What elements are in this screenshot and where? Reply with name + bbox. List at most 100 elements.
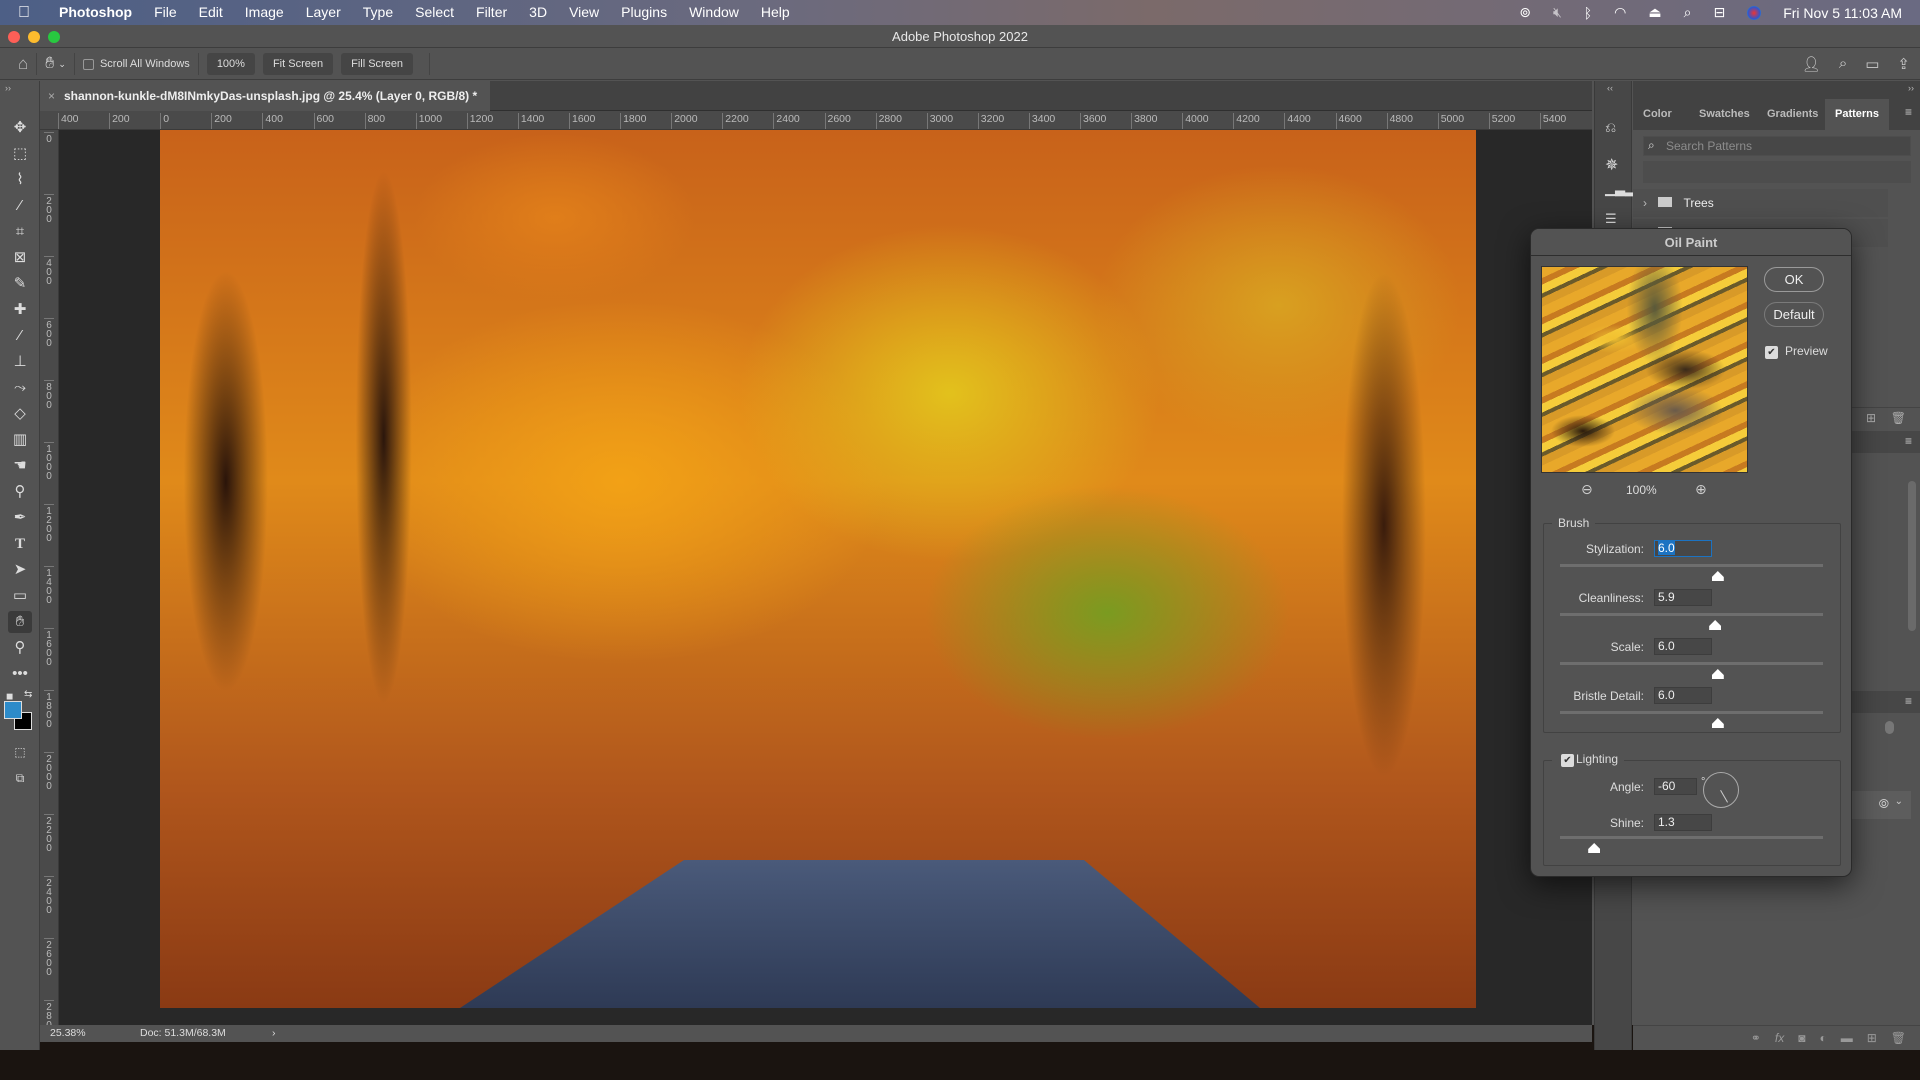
siri-icon[interactable] <box>1747 5 1762 20</box>
menu-plugins[interactable]: Plugins <box>610 0 678 25</box>
menu-layer[interactable]: Layer <box>295 0 352 25</box>
type-tool-icon[interactable]: T <box>8 533 32 555</box>
zoom-in-icon[interactable]: ⊕ <box>1695 481 1707 498</box>
search-patterns-input[interactable]: Search Patterns <box>1643 136 1911 156</box>
lasso-tool-icon[interactable]: ⌇ <box>8 169 32 191</box>
fx-icon[interactable]: fx <box>1775 1031 1784 1045</box>
canvas-area[interactable] <box>59 130 1592 1025</box>
clock[interactable]: Fri Nov 5 11:03 AM <box>1783 5 1902 21</box>
eject-icon[interactable]: ⏏ <box>1648 4 1661 21</box>
zoom-out-icon[interactable]: ⊖ <box>1581 481 1593 498</box>
workspace-icon[interactable]: ▭ <box>1865 55 1879 73</box>
smudge-tool-icon[interactable]: ☚ <box>8 455 32 477</box>
history-panel-icon[interactable]: ⎌ <box>1605 119 1616 136</box>
shine-slider-track[interactable] <box>1560 836 1823 839</box>
fit-screen-button[interactable]: Fit Screen <box>262 53 334 75</box>
eyedropper-tool-icon[interactable]: ✎ <box>8 273 32 295</box>
adjustment-layer-icon[interactable]: ◐ <box>1819 1031 1826 1045</box>
dodge-tool-icon[interactable]: ⚲ <box>8 481 32 503</box>
foreground-color-swatch[interactable] <box>4 701 22 719</box>
panel-menu-icon[interactable]: ≡ <box>1905 694 1912 708</box>
swap-colors-icon[interactable]: ⇆ <box>24 689 32 700</box>
marquee-tool-icon[interactable]: ⬚ <box>8 143 32 165</box>
menu-edit[interactable]: Edit <box>188 0 234 25</box>
minimize-window-button[interactable] <box>28 31 40 43</box>
creative-cloud-icon[interactable]: ⊚ <box>1519 4 1531 21</box>
gradient-tool-icon[interactable]: ▥ <box>8 429 32 451</box>
bristle-detail-slider-track[interactable] <box>1560 711 1823 714</box>
rectangle-tool-icon[interactable]: ▭ <box>8 585 32 607</box>
tab-gradients[interactable]: Gradients <box>1757 99 1828 130</box>
eraser-tool-icon[interactable]: ◇ <box>8 403 32 425</box>
menu-filter[interactable]: Filter <box>465 0 518 25</box>
menu-3d[interactable]: 3D <box>518 0 558 25</box>
expand-panels-icon[interactable]: ›› <box>1908 83 1914 93</box>
menu-window[interactable]: Window <box>678 0 750 25</box>
wifi-icon[interactable]: ◠ <box>1614 4 1626 21</box>
frame-tool-icon[interactable]: ⊠ <box>8 247 32 269</box>
mute-icon[interactable]: 🔇︎ <box>1553 4 1562 21</box>
home-icon[interactable]: ⌂ <box>18 54 28 74</box>
angle-input[interactable]: -60 <box>1654 778 1697 795</box>
navigator-panel-icon[interactable]: ✵ <box>1605 155 1618 175</box>
tab-color[interactable]: Color <box>1633 99 1682 130</box>
apple-menu-icon[interactable]:  <box>0 4 48 22</box>
status-info-arrow[interactable]: › <box>272 1025 276 1042</box>
default-button[interactable]: Default <box>1764 302 1824 327</box>
shine-input[interactable]: 1.3 <box>1654 814 1712 831</box>
cleanliness-input[interactable]: 5.9 <box>1654 589 1712 606</box>
trash-icon[interactable]: 🗑︎ <box>1891 411 1906 425</box>
add-mask-icon[interactable]: ◙ <box>1798 1031 1805 1045</box>
more-tools-icon[interactable]: ••• <box>8 663 32 685</box>
properties-panel-icon[interactable]: ☰ <box>1605 211 1617 227</box>
preview-checkbox[interactable]: ✔ <box>1765 346 1778 359</box>
shine-slider-thumb[interactable] <box>1588 843 1601 853</box>
new-pattern-icon[interactable]: ⊞ <box>1866 411 1876 425</box>
stylization-slider-thumb[interactable] <box>1711 571 1724 581</box>
pen-tool-icon[interactable]: ✒ <box>8 507 32 529</box>
panel-menu-icon[interactable]: ≡ <box>1905 105 1912 119</box>
new-group-icon[interactable]: ▬ <box>1841 1031 1853 1045</box>
new-layer-icon[interactable]: ⊞ <box>1867 1031 1877 1045</box>
scale-slider-track[interactable] <box>1560 662 1823 665</box>
cleanliness-slider-thumb[interactable] <box>1709 620 1722 630</box>
spotlight-icon[interactable]: ⌕ <box>1684 4 1692 21</box>
scale-input[interactable]: 6.0 <box>1654 638 1712 655</box>
close-window-button[interactable] <box>8 31 20 43</box>
menu-file[interactable]: File <box>143 0 188 25</box>
screen-mode-icon[interactable]: ⧉ <box>8 767 32 789</box>
menu-help[interactable]: Help <box>750 0 801 25</box>
path-selection-tool-icon[interactable]: ➤ <box>8 559 32 581</box>
move-tool-icon[interactable]: ✥ <box>8 117 32 139</box>
close-document-icon[interactable]: × <box>48 81 55 111</box>
layer-lock-toggle[interactable] <box>1885 721 1894 734</box>
document-image[interactable] <box>160 130 1476 1008</box>
stylization-slider-track[interactable] <box>1560 564 1823 567</box>
cleanliness-slider-track[interactable] <box>1560 613 1823 616</box>
menu-image[interactable]: Image <box>234 0 295 25</box>
clone-stamp-tool-icon[interactable]: ⊥ <box>8 351 32 373</box>
scale-slider-thumb[interactable] <box>1711 669 1724 679</box>
brush-tool-icon[interactable]: ⁄ <box>8 325 32 347</box>
magic-wand-tool-icon[interactable]: ⁄ <box>8 195 32 217</box>
chevron-down-icon[interactable]: ⌄ <box>1895 796 1903 807</box>
chevron-right-icon[interactable]: › <box>1643 196 1647 210</box>
blend-icon[interactable]: ⦾ <box>1879 796 1889 812</box>
control-center-icon[interactable]: ⊟ <box>1713 4 1725 21</box>
menu-photoshop[interactable]: Photoshop <box>48 0 143 25</box>
panel-menu-icon[interactable]: ≡ <box>1905 434 1912 448</box>
zoom-tool-icon[interactable]: ⚲ <box>8 637 32 659</box>
tab-patterns[interactable]: Patterns <box>1825 99 1890 130</box>
link-layers-icon[interactable]: ⚭ <box>1751 1031 1761 1045</box>
lighting-checkbox[interactable]: ✔ <box>1561 754 1574 767</box>
healing-brush-tool-icon[interactable]: ✚ <box>8 299 32 321</box>
search-icon[interactable]: ⌕ <box>1839 55 1847 73</box>
stylization-input[interactable]: 6.0 <box>1654 540 1712 557</box>
menu-select[interactable]: Select <box>404 0 465 25</box>
fill-screen-button[interactable]: Fill Screen <box>341 53 414 75</box>
scroll-all-windows-checkbox[interactable] <box>82 58 94 70</box>
properties-scrollbar[interactable] <box>1908 481 1916 631</box>
zoom-100-button[interactable]: 100% <box>206 53 255 75</box>
chevron-down-icon[interactable]: ⌄ <box>58 59 66 70</box>
pattern-group-trees[interactable]: › Trees <box>1633 189 1888 217</box>
